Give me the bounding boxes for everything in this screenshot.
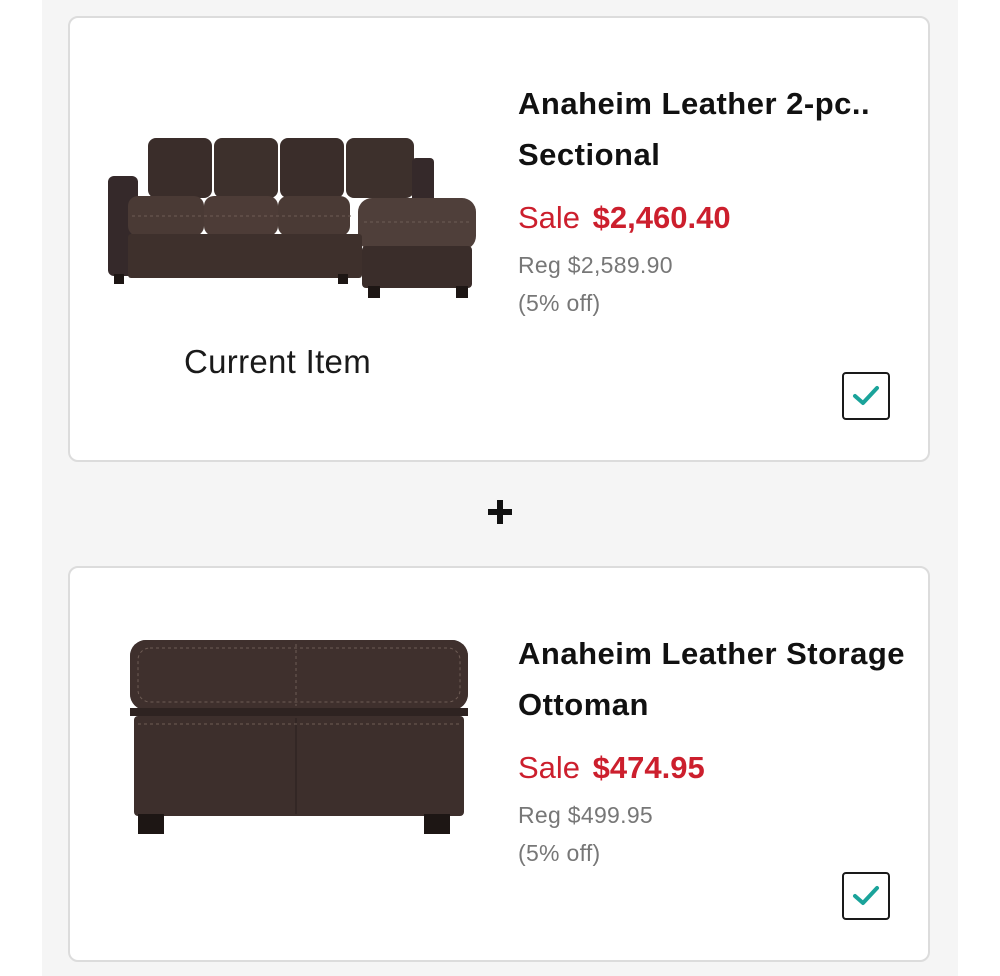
include-item-checkbox[interactable] (842, 372, 890, 420)
discount-percent: (5% off) (518, 840, 601, 866)
sale-label: Sale (518, 200, 581, 235)
current-item-caption: Current Item (184, 343, 371, 380)
plus-icon (488, 500, 512, 524)
checkmark-icon (853, 886, 879, 905)
product-title[interactable]: Anaheim Leather Storage Ottoman (518, 628, 908, 730)
sale-line: Sale $474.95 (518, 748, 908, 788)
sale-line: Sale $2,460.40 (518, 198, 908, 238)
product-title[interactable]: Anaheim Leather 2-pc.. Sectional (518, 78, 908, 180)
discount-percent: (5% off) (518, 290, 601, 316)
include-item-checkbox[interactable] (842, 872, 890, 920)
product-details: Anaheim Leather Storage Ottoman Sale $47… (518, 628, 908, 868)
sale-price: $474.95 (592, 750, 705, 785)
bundle-item-card-current: Current Item Anaheim Leather 2-pc.. Sect… (68, 16, 930, 462)
checkmark-icon (853, 386, 879, 405)
sale-label: Sale (518, 750, 581, 785)
regular-price: Reg $2,589.90 (518, 252, 673, 278)
storage-ottoman-image (130, 640, 468, 834)
bundle-item-card-ottoman: Anaheim Leather Storage Ottoman Sale $47… (68, 566, 930, 962)
sale-price: $2,460.40 (592, 200, 731, 235)
sectional-sofa-image (108, 138, 476, 298)
regular-price: Reg $499.95 (518, 802, 654, 828)
product-details: Anaheim Leather 2-pc.. Sectional Sale $2… (518, 78, 908, 318)
